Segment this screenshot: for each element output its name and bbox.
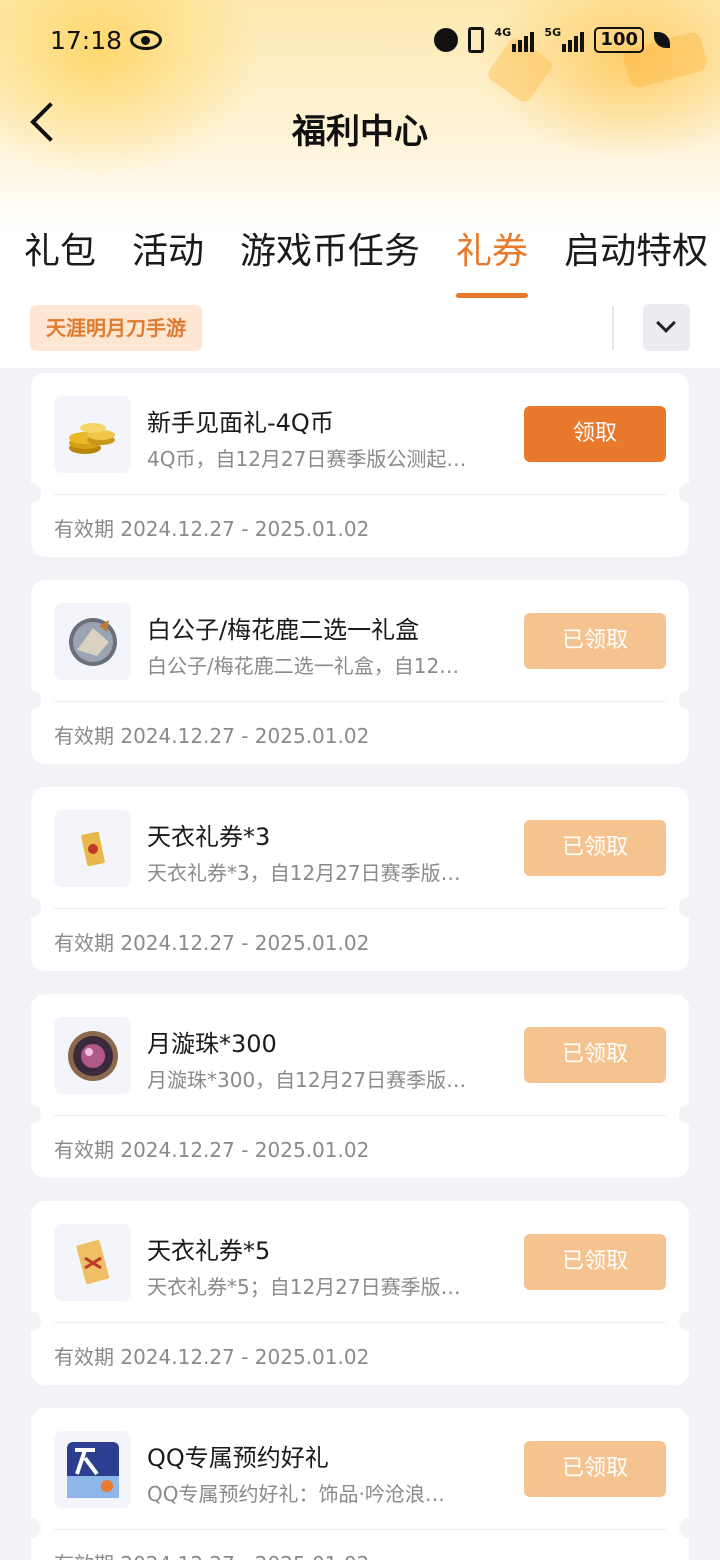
claimed-button[interactable]: 已领取 [524, 1027, 666, 1083]
leaf-icon [654, 32, 670, 48]
filter-row: 天涯明月刀手游 [0, 298, 720, 368]
mount-icon [54, 603, 131, 680]
expand-dropdown-button[interactable] [643, 304, 690, 351]
tab-coin-tasks[interactable]: 游戏币任务 [240, 222, 420, 298]
item-description: 天衣礼券*5；自12月27日赛季版… [147, 1275, 461, 1299]
item-description: 月漩珠*300，自12月27日赛季版… [147, 1068, 467, 1092]
item-description: 白公子/梅花鹿二选一礼盒，自12… [147, 654, 460, 678]
list-item: 天衣礼券*3 天衣礼券*3，自12月27日赛季版… 已领取 有效期 2024.1… [21, 787, 699, 971]
voucher-icon [54, 810, 131, 887]
item-description: 4Q币，自12月27日赛季版公测起… [147, 447, 467, 471]
validity-period: 有效期 2024.12.27 - 2025.01.02 [54, 1345, 370, 1369]
chevron-down-icon [656, 313, 676, 333]
tab-gift-pack[interactable]: 礼包 [24, 222, 96, 298]
validity-period: 有效期 2024.12.27 - 2025.01.02 [54, 1548, 369, 1560]
claimed-button[interactable]: 已领取 [524, 1441, 666, 1497]
item-title: 天衣礼券*5 [147, 1237, 271, 1265]
tab-bar: 礼包 活动 游戏币任务 礼券 启动特权 [24, 222, 708, 302]
validity-period: 有效期 2024.12.27 - 2025.01.02 [54, 517, 370, 541]
tab-activity[interactable]: 活动 [132, 222, 204, 298]
voucher-icon [54, 1224, 131, 1301]
status-time: 17:18 [50, 25, 123, 55]
item-description: QQ专属预约好礼：饰品·吟沧浪… [147, 1482, 445, 1506]
divider [54, 1322, 666, 1323]
tab-launch-privileges[interactable]: 启动特权 [564, 222, 708, 298]
eye-icon [130, 30, 163, 50]
claimed-button[interactable]: 已领取 [524, 613, 666, 669]
divider [54, 1115, 666, 1116]
status-bar: 17:18 4G 5G 100 [0, 20, 720, 60]
game-filter-chip[interactable]: 天涯明月刀手游 [30, 305, 202, 351]
vibrate-icon [468, 27, 485, 53]
validity-period: 有效期 2024.12.27 - 2025.01.02 [54, 1138, 370, 1162]
validity-period: 有效期 2024.12.27 - 2025.01.02 [54, 931, 370, 955]
list-item: 天衣礼券*5 天衣礼券*5；自12月27日赛季版… 已领取 有效期 2024.1… [21, 1201, 699, 1385]
battery-icon: 100 [594, 27, 644, 53]
claimed-button[interactable]: 已领取 [524, 820, 666, 876]
item-title: 月漩珠*300 [147, 1030, 277, 1058]
claim-button[interactable]: 领取 [524, 406, 666, 462]
signal-5g-icon: 5G [544, 26, 585, 52]
gold-coins-icon [54, 396, 131, 473]
list-item: QQ专属预约好礼 QQ专属预约好礼：饰品·吟沧浪… 已领取 有效期 2024.1… [21, 1408, 699, 1560]
validity-period: 有效期 2024.12.27 - 2025.01.02 [54, 724, 370, 748]
list-item: 月漩珠*300 月漩珠*300，自12月27日赛季版… 已领取 有效期 2024… [21, 994, 699, 1178]
list-item: 白公子/梅花鹿二选一礼盒 白公子/梅花鹿二选一礼盒，自12… 已领取 有效期 2… [21, 580, 699, 764]
claimed-button[interactable]: 已领取 [524, 1234, 666, 1290]
tab-vouchers[interactable]: 礼券 [456, 222, 529, 298]
item-title: 天衣礼券*3 [147, 823, 271, 851]
divider [54, 701, 666, 702]
signal-4g-icon: 4G [494, 26, 535, 52]
page-title: 福利中心 [292, 112, 428, 152]
item-title: 新手见面礼-4Q币 [147, 409, 334, 437]
voucher-list: 新手见面礼-4Q币 4Q币，自12月27日赛季版公测起… 领取 有效期 2024… [21, 373, 699, 1560]
divider [612, 306, 614, 350]
item-title: 白公子/梅花鹿二选一礼盒 [147, 616, 420, 644]
alarm-icon [434, 28, 459, 52]
list-item: 新手见面礼-4Q币 4Q币，自12月27日赛季版公测起… 领取 有效期 2024… [21, 373, 699, 557]
orb-icon [54, 1017, 131, 1094]
game-logo-icon [54, 1431, 131, 1508]
item-description: 天衣礼券*3，自12月27日赛季版… [147, 861, 461, 885]
item-title: QQ专属预约好礼 [147, 1444, 329, 1472]
divider [54, 494, 666, 495]
divider [54, 908, 666, 909]
divider [54, 1529, 666, 1530]
